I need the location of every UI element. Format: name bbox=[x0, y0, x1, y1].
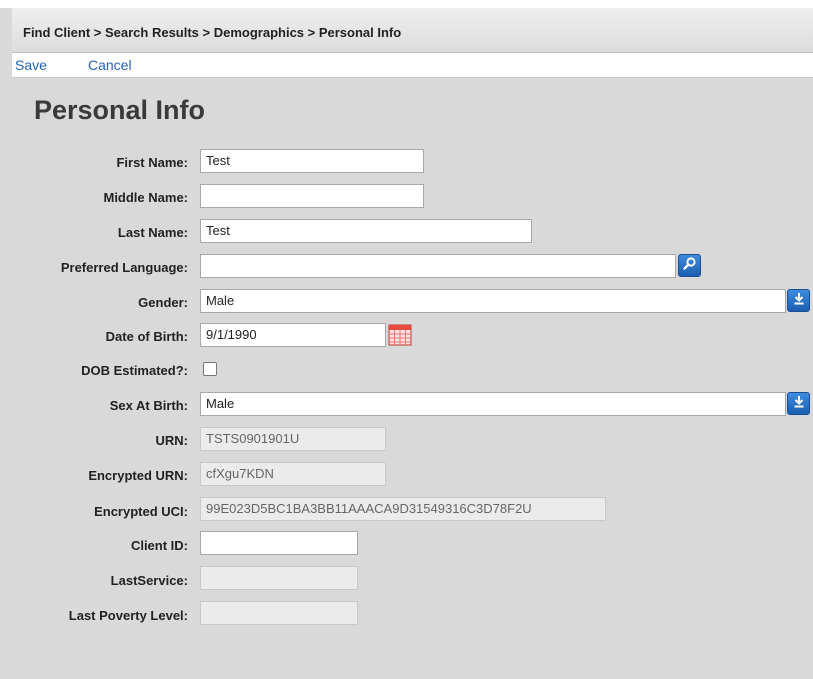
middle-name-input[interactable] bbox=[200, 184, 424, 208]
last-poverty-level-field bbox=[200, 601, 358, 625]
download-arrow-icon bbox=[793, 395, 805, 413]
sex-at-birth-select[interactable]: Male bbox=[200, 392, 786, 416]
encrypted-urn-field: cfXgu7KDN bbox=[200, 462, 386, 486]
breadcrumb-text: Find Client > Search Results > Demograph… bbox=[23, 25, 402, 40]
first-name-label: First Name: bbox=[116, 155, 188, 170]
top-strip bbox=[0, 0, 813, 8]
save-button[interactable]: Save bbox=[15, 57, 47, 73]
last-name-label: Last Name: bbox=[117, 225, 188, 240]
toolbar: Save Cancel bbox=[12, 53, 813, 78]
date-of-birth-label: Date of Birth: bbox=[105, 329, 188, 344]
first-name-input[interactable]: Test bbox=[200, 149, 424, 173]
dob-estimated-checkbox[interactable] bbox=[203, 362, 217, 376]
encrypted-urn-label: Encrypted URN: bbox=[88, 468, 188, 483]
gender-select[interactable]: Male bbox=[200, 289, 786, 313]
last-poverty-level-label: Last Poverty Level: bbox=[68, 608, 188, 623]
date-of-birth-input[interactable]: 9/1/1990 bbox=[200, 323, 386, 347]
last-service-field bbox=[200, 566, 358, 590]
encrypted-uci-label: Encrypted UCI: bbox=[94, 504, 188, 519]
search-icon bbox=[683, 256, 696, 275]
calendar-icon[interactable] bbox=[388, 323, 412, 346]
language-lookup-button[interactable] bbox=[678, 254, 701, 277]
page-title: Personal Info bbox=[34, 95, 206, 125]
urn-label: URN: bbox=[155, 433, 189, 448]
gender-label: Gender: bbox=[138, 295, 188, 310]
cancel-button[interactable]: Cancel bbox=[88, 57, 132, 73]
sex-at-birth-label: Sex At Birth: bbox=[109, 398, 188, 413]
encrypted-uci-field: 99E023D5BC1BA3BB11AAACA9D31549316C3D78F2… bbox=[200, 497, 606, 521]
client-id-label: Client ID: bbox=[130, 538, 188, 553]
last-service-label: LastService: bbox=[110, 573, 188, 588]
urn-field: TSTS0901901U bbox=[200, 427, 386, 451]
preferred-language-label: Preferred Language: bbox=[60, 260, 188, 275]
dob-estimated-label: DOB Estimated?: bbox=[81, 363, 188, 378]
middle-name-label: Middle Name: bbox=[103, 190, 188, 205]
preferred-language-input[interactable] bbox=[200, 254, 676, 278]
client-id-input[interactable] bbox=[200, 531, 358, 555]
download-arrow-icon bbox=[793, 292, 805, 310]
breadcrumb: Find Client > Search Results > Demograph… bbox=[12, 8, 813, 53]
last-name-input[interactable]: Test bbox=[200, 219, 532, 243]
sex-at-birth-dropdown-button[interactable] bbox=[787, 392, 810, 415]
gender-dropdown-button[interactable] bbox=[787, 289, 810, 312]
